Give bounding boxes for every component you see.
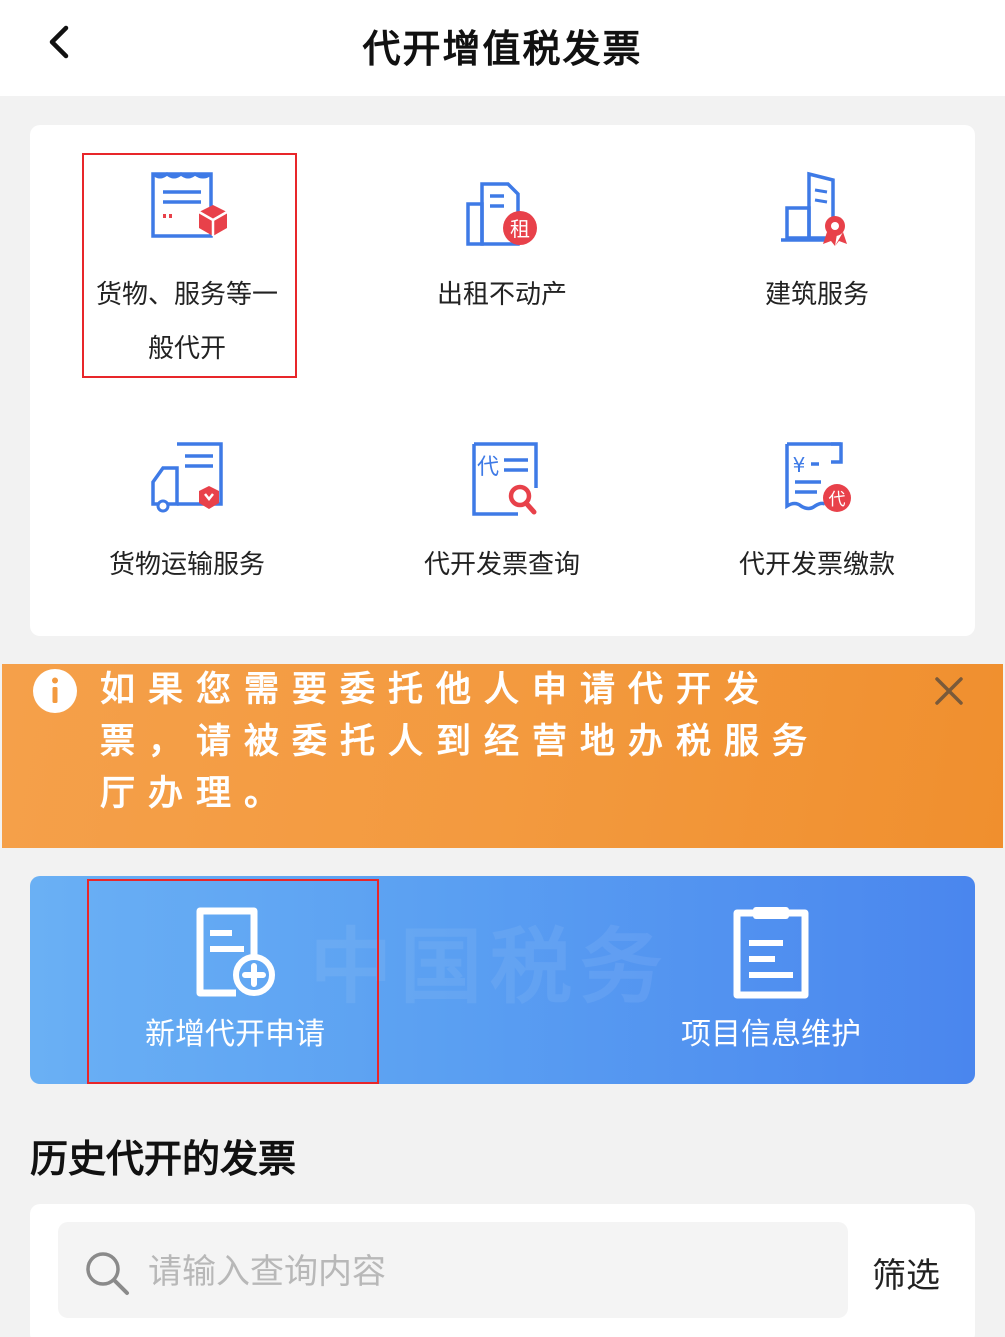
history-title: 历史代开的发票	[30, 1137, 297, 1181]
rent-property-icon: 租	[466, 182, 537, 246]
page-title: 代开增值税发票	[362, 27, 643, 71]
service-rent-property[interactable]: 租 出租不动产	[362, 168, 642, 322]
service-construction[interactable]: 建筑服务	[677, 168, 957, 322]
highlight-box	[87, 879, 379, 1084]
close-icon[interactable]	[932, 674, 966, 708]
construction-service-icon	[781, 171, 847, 246]
service-label: 出租不动产	[436, 280, 567, 310]
project-info-button[interactable]: 项目信息维护	[646, 905, 896, 1053]
clipboard-icon	[733, 907, 809, 999]
service-invoice-payment[interactable]: ¥ 代 代开发票缴款	[677, 438, 957, 592]
service-label: 代开发票查询	[423, 550, 580, 580]
svg-text:¥: ¥	[793, 453, 806, 477]
invoice-payment-icon: ¥ 代	[785, 442, 851, 512]
svg-text:代: 代	[477, 455, 499, 480]
filter-button[interactable]: 筛选	[872, 1248, 940, 1297]
service-cargo-transport[interactable]: 货物运输服务	[47, 438, 327, 592]
cargo-transport-icon	[151, 442, 223, 513]
notice-text: 如果您需要委托他人申请代开发票，请被委托人到经营地办税服务厅办理。	[100, 670, 821, 814]
highlight-box	[82, 153, 297, 378]
info-icon	[32, 668, 78, 714]
service-label: 货物运输服务	[108, 550, 265, 580]
service-invoice-query[interactable]: 代 代开发票查询	[362, 438, 642, 592]
search-icon	[84, 1250, 130, 1296]
invoice-query-icon: 代	[472, 442, 538, 516]
svg-text:代: 代	[829, 490, 846, 510]
svg-text:租: 租	[510, 217, 530, 241]
search-input[interactable]	[148, 1244, 828, 1300]
service-label: 代开发票缴款	[738, 550, 895, 580]
service-label: 建筑服务	[764, 280, 869, 310]
project-info-label: 项目信息维护	[681, 1017, 861, 1052]
